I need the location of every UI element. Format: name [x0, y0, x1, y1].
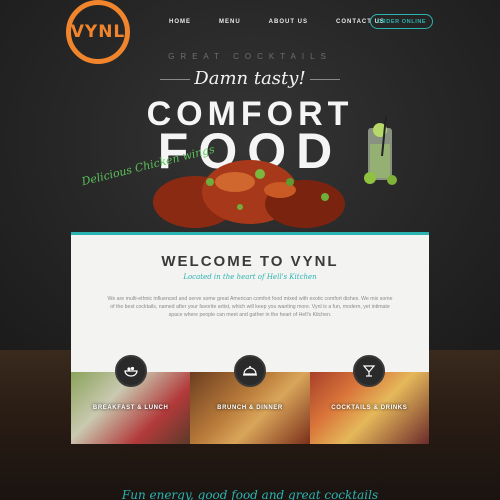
logo-text: VYNL — [70, 22, 126, 42]
card-label: COCKTAILS & DRINKS — [331, 405, 408, 411]
card-breakfast-lunch[interactable]: BREAKFAST & LUNCH — [71, 355, 191, 444]
welcome-panel: WELCOME TO VYNL Located in the heart of … — [71, 232, 429, 372]
cloche-icon — [233, 355, 266, 387]
hero-script: Damn tasty! — [194, 68, 306, 89]
card-brunch-dinner[interactable]: BRUNCH & DINNER — [190, 355, 310, 444]
nav-menu[interactable]: MENU — [219, 19, 241, 25]
nav-home[interactable]: HOME — [169, 19, 191, 25]
welcome-body: We are multi-ethnic influenced and serve… — [107, 296, 393, 318]
footer-script: Fun energy, good food and great cocktail… — [121, 488, 379, 500]
cocktail-icon — [353, 355, 386, 387]
welcome-title: WELCOME TO VYNL — [161, 253, 339, 270]
chicken-wings-image — [153, 160, 345, 228]
card-cocktails-drinks[interactable]: COCKTAILS & DRINKS — [309, 355, 429, 444]
welcome-subtitle: Located in the heart of Hell's Kitchen — [183, 273, 317, 281]
hero-tagline: GREAT COCKTAILS — [168, 52, 332, 61]
card-label: BREAKFAST & LUNCH — [92, 405, 169, 411]
menu-cards: BREAKFAST & LUNCH BRUNCH & DINNER COCKTA… — [71, 355, 429, 444]
nav-about-us[interactable]: ABOUT US — [269, 19, 308, 25]
card-label: BRUNCH & DINNER — [217, 405, 283, 411]
order-online-button[interactable]: ORDER ONLINE — [370, 14, 433, 29]
salad-icon — [114, 355, 147, 387]
mojito-glass-image — [364, 116, 397, 185]
